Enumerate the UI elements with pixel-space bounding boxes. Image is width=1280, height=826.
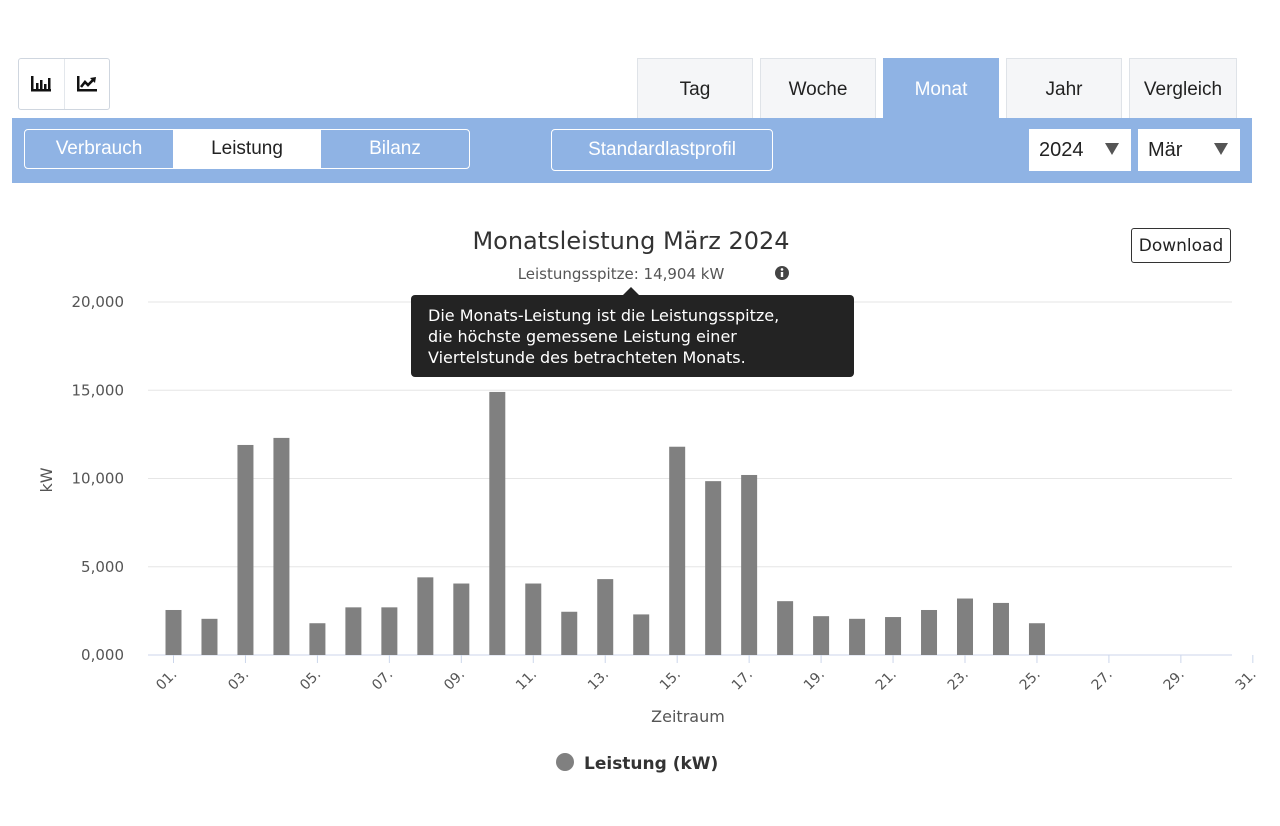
x-tick-label: 09. [441,667,468,694]
bar [777,601,794,655]
x-tick-label: 19. [801,667,828,694]
tooltip-line: Die Monats-Leistung ist die Leistungsspi… [428,306,780,325]
bar [489,391,506,655]
download-button[interactable]: Download [1131,228,1231,263]
x-tick-label: 27. [1089,667,1116,694]
bar [633,614,650,655]
bar [561,611,578,655]
x-tick-label: 15. [657,667,684,694]
x-tick-label: 13. [585,667,612,694]
legend-label: Leistung (kW) [584,754,718,774]
bar [417,577,434,655]
x-tick-label: 31. [1233,667,1260,694]
x-tick-label: 21. [873,667,900,694]
bar [669,446,686,655]
x-tick-label: 25. [1017,667,1044,694]
y-tick-label: 0,000 [81,646,124,664]
bar [849,618,866,655]
chart: Monatsleistung März 2024 Leistungsspitze:… [37,227,1260,774]
x-tick-label: 07. [369,667,396,694]
bar [201,618,218,655]
x-axis-label: Zeitraum [651,707,725,726]
legend-marker [556,753,574,771]
bar [992,602,1009,655]
y-tick-label: 10,000 [72,470,125,488]
bar [813,616,830,655]
x-tick-label: 29. [1161,667,1188,694]
info-tooltip: Die Monats-Leistung ist die Leistungsspi… [411,287,854,377]
bar [1028,623,1045,655]
bar [237,444,254,655]
bar [705,481,722,655]
bar [273,437,290,655]
bar [381,607,398,655]
bar [741,474,758,655]
x-tick-label: 05. [297,667,324,694]
info-circle-icon-dot [780,268,784,271]
x-tick-label: 11. [513,667,540,694]
tooltip-line: Viertelstunde des betrachteten Monats. [428,348,746,367]
chart-title: Monatsleistung März 2024 [472,227,789,255]
x-tick-label: 01. [153,667,180,694]
y-tick-label: 15,000 [72,381,125,399]
x-tick-label: 23. [945,667,972,694]
bar [309,623,326,655]
x-tick-label: 03. [225,667,252,694]
bar [453,583,470,655]
x-tick-label: 17. [729,667,756,694]
tooltip-line: die höchste gemessene Leistung einer [428,327,737,346]
bar [345,607,362,655]
bar [957,598,974,655]
bar [165,609,182,655]
bar [885,617,902,655]
y-tick-label: 20,000 [72,293,125,311]
y-axis-label: kW [37,467,56,492]
chart-subtitle: Leistungsspitze: 14,904 kW [518,265,725,283]
bar [921,609,938,655]
info-circle-icon-stem [780,272,784,277]
bar [597,579,614,655]
bar [525,583,542,655]
y-tick-label: 5,000 [81,558,124,576]
